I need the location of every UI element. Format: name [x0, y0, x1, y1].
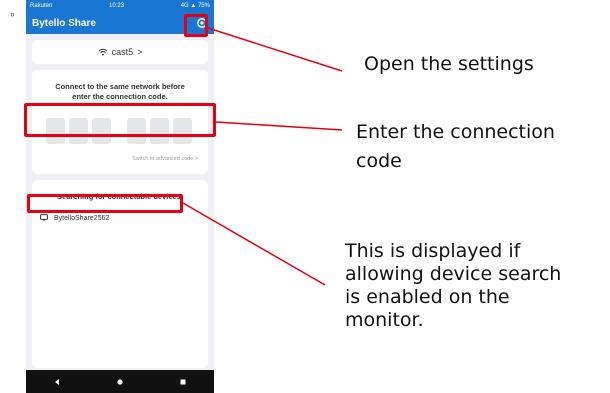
callout-search-line-3: is enabled on the — [345, 286, 510, 308]
callout-code: Enter the connection code — [356, 121, 555, 173]
annotation-layer: Open the settings Enter the connection c… — [0, 0, 610, 393]
callout-search: This is displayed if allowing device sea… — [345, 240, 561, 332]
callout-settings: Open the settings — [364, 53, 534, 76]
callout-settings-text: Open the settings — [364, 53, 534, 75]
callout-code-line-1: Enter the connection — [356, 121, 555, 143]
callout-search-line-4: monitor. — [345, 309, 424, 331]
callout-search-line-2: allowing device search — [345, 263, 562, 285]
callout-search-line-1: This is displayed if — [345, 240, 521, 262]
callout-code-line-2: code — [356, 150, 402, 172]
